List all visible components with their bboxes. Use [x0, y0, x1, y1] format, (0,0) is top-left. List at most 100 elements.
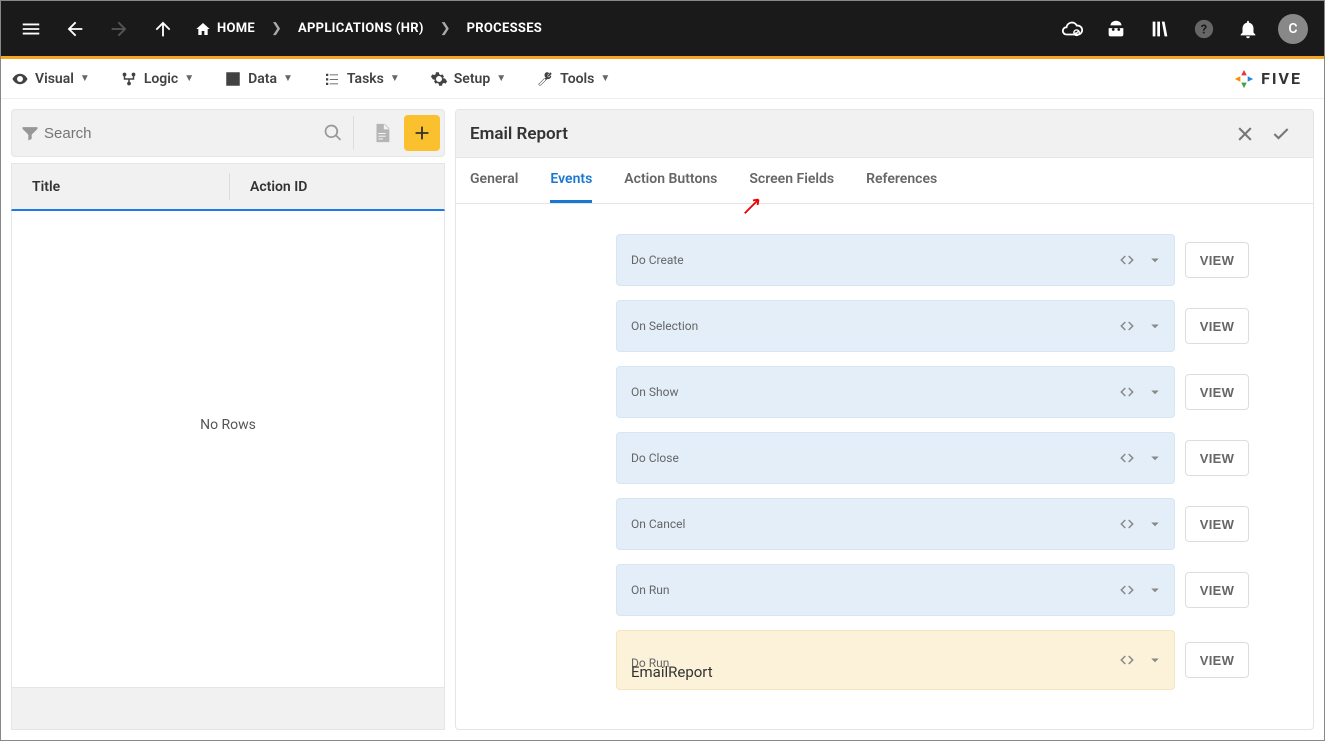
- chevron-down-icon[interactable]: [1146, 515, 1164, 533]
- view-button[interactable]: VIEW: [1185, 506, 1249, 542]
- menu-visual[interactable]: Visual ▼: [11, 70, 90, 88]
- col-title[interactable]: Title: [12, 173, 230, 200]
- detail-title: Email Report: [470, 124, 568, 144]
- forward-icon: [99, 9, 139, 49]
- breadcrumb-sep: ❯: [436, 21, 455, 36]
- tab-action-buttons[interactable]: Action Buttons: [624, 158, 717, 203]
- brand-text: FIVE: [1261, 69, 1302, 88]
- event-box[interactable]: On Run: [616, 564, 1175, 616]
- event-label: On Run: [631, 583, 670, 597]
- caret-down-icon: ▼: [390, 73, 400, 84]
- breadcrumb-processes-label: PROCESSES: [467, 21, 543, 36]
- view-button[interactable]: VIEW: [1185, 642, 1249, 678]
- breadcrumb-sep: ❯: [267, 21, 286, 36]
- breadcrumb-home-label: HOME: [217, 21, 255, 36]
- event-label: Do Create: [631, 253, 684, 267]
- event-row: On Selection VIEW: [616, 300, 1249, 352]
- menu-tasks[interactable]: Tasks ▼: [323, 70, 400, 88]
- chevron-down-icon[interactable]: [1146, 251, 1164, 269]
- menu-data-label: Data: [248, 71, 277, 87]
- view-button[interactable]: VIEW: [1185, 374, 1249, 410]
- document-button[interactable]: [364, 115, 400, 151]
- code-icon[interactable]: [1118, 581, 1136, 599]
- code-icon[interactable]: [1118, 251, 1136, 269]
- grid-header: Title Action ID: [11, 163, 445, 211]
- event-label: On Show: [631, 385, 678, 399]
- view-button[interactable]: VIEW: [1185, 308, 1249, 344]
- menu-tools[interactable]: Tools ▼: [536, 70, 610, 88]
- event-label: On Selection: [631, 319, 698, 333]
- search-icon[interactable]: [323, 123, 343, 143]
- chevron-down-icon[interactable]: [1146, 317, 1164, 335]
- chevron-down-icon[interactable]: [1146, 383, 1164, 401]
- menu-tools-label: Tools: [560, 71, 594, 87]
- event-row: On Run VIEW: [616, 564, 1249, 616]
- code-icon[interactable]: [1118, 383, 1136, 401]
- confirm-button[interactable]: [1263, 116, 1299, 152]
- tab-general[interactable]: General: [470, 158, 518, 203]
- event-row: On Show VIEW: [616, 366, 1249, 418]
- breadcrumb-processes[interactable]: PROCESSES: [459, 21, 551, 36]
- event-box[interactable]: Do Create: [616, 234, 1175, 286]
- code-icon[interactable]: [1118, 317, 1136, 335]
- tab-screen-fields[interactable]: Screen Fields: [749, 158, 834, 203]
- view-button[interactable]: VIEW: [1185, 440, 1249, 476]
- brand-logo: FIVE: [1233, 68, 1314, 90]
- menu-logic-label: Logic: [144, 71, 178, 87]
- event-label: Do Close: [631, 451, 679, 465]
- menu-data[interactable]: Data ▼: [224, 70, 293, 88]
- close-button[interactable]: [1227, 116, 1263, 152]
- back-icon[interactable]: [55, 9, 95, 49]
- chevron-down-icon[interactable]: [1146, 581, 1164, 599]
- event-row: Do RunEmailReport VIEW: [616, 630, 1249, 690]
- chevron-down-icon[interactable]: [1146, 449, 1164, 467]
- avatar-initial: C: [1288, 21, 1297, 37]
- code-icon[interactable]: [1118, 449, 1136, 467]
- breadcrumb-applications[interactable]: APPLICATIONS (HR): [290, 21, 432, 36]
- event-box[interactable]: On Show: [616, 366, 1175, 418]
- caret-down-icon: ▼: [184, 73, 194, 84]
- no-rows-label: No Rows: [200, 417, 256, 433]
- event-box[interactable]: On Selection: [616, 300, 1175, 352]
- caret-down-icon: ▼: [600, 73, 610, 84]
- col-action-id[interactable]: Action ID: [230, 179, 444, 195]
- up-icon[interactable]: [143, 9, 183, 49]
- event-box[interactable]: Do RunEmailReport: [616, 630, 1175, 690]
- caret-down-icon: ▼: [80, 73, 90, 84]
- help-icon[interactable]: ?: [1184, 9, 1224, 49]
- caret-down-icon: ▼: [283, 73, 293, 84]
- event-box[interactable]: Do Close: [616, 432, 1175, 484]
- event-row: Do Create VIEW: [616, 234, 1249, 286]
- view-button[interactable]: VIEW: [1185, 242, 1249, 278]
- hamburger-menu-icon[interactable]: [11, 9, 51, 49]
- menu-setup-label: Setup: [454, 71, 490, 87]
- code-icon[interactable]: [1118, 515, 1136, 533]
- cloud-icon[interactable]: [1052, 9, 1092, 49]
- event-box[interactable]: On Cancel: [616, 498, 1175, 550]
- svg-text:?: ?: [1201, 22, 1207, 37]
- grid-footer: [11, 688, 445, 730]
- library-icon[interactable]: [1140, 9, 1180, 49]
- menu-setup[interactable]: Setup ▼: [430, 70, 506, 88]
- caret-down-icon: ▼: [496, 73, 506, 84]
- avatar[interactable]: C: [1278, 14, 1308, 44]
- add-button[interactable]: [404, 115, 440, 151]
- view-button[interactable]: VIEW: [1185, 572, 1249, 608]
- menu-visual-label: Visual: [35, 71, 74, 87]
- menu-tasks-label: Tasks: [347, 71, 384, 87]
- event-row: Do Close VIEW: [616, 432, 1249, 484]
- breadcrumb-home[interactable]: HOME: [187, 21, 263, 37]
- filter-icon[interactable]: [20, 123, 40, 143]
- grid-body: No Rows: [11, 211, 445, 688]
- event-row: On Cancel VIEW: [616, 498, 1249, 550]
- search-input[interactable]: [44, 125, 319, 142]
- breadcrumb-applications-label: APPLICATIONS (HR): [298, 21, 424, 36]
- tab-events[interactable]: Events: [550, 158, 592, 203]
- menu-logic[interactable]: Logic ▼: [120, 70, 194, 88]
- robot-icon[interactable]: [1096, 9, 1136, 49]
- event-value: EmailReport: [631, 663, 713, 681]
- bell-icon[interactable]: [1228, 9, 1268, 49]
- chevron-down-icon[interactable]: [1146, 651, 1164, 669]
- code-icon[interactable]: [1118, 651, 1136, 669]
- tab-references[interactable]: References: [866, 158, 937, 203]
